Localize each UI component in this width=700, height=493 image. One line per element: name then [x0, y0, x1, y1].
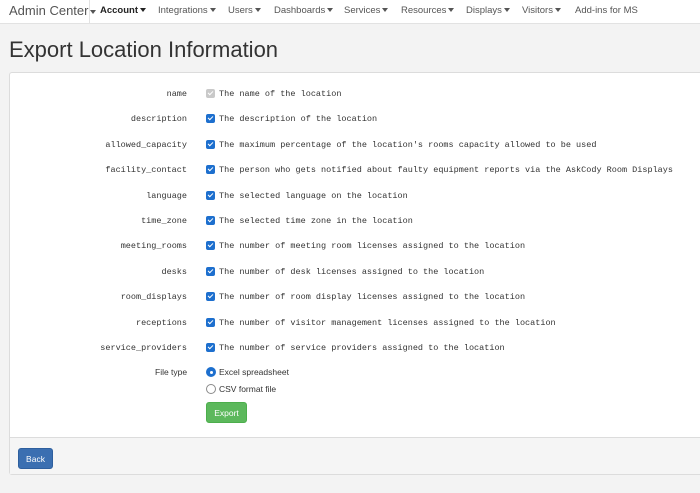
nav-resources[interactable]: Resources [401, 5, 455, 16]
nav-label: Dashboards [274, 5, 326, 16]
field-description: The number of visitor management license… [219, 318, 556, 328]
nav-label: Users [228, 5, 253, 16]
checkbox-time-zone[interactable] [206, 216, 215, 225]
page-title: Export Location Information [9, 37, 279, 62]
nav-label: Integrations [158, 5, 208, 16]
chevron-down-icon [554, 8, 561, 13]
nav-label: Add-ins for MS [575, 5, 638, 16]
checkbox-room-displays[interactable] [206, 292, 215, 301]
nav-label: Account [100, 5, 138, 16]
chevron-down-icon [209, 8, 216, 13]
field-label: allowed_capacity [105, 140, 187, 150]
field-description: The number of desk licenses assigned to … [219, 267, 485, 277]
nav-label: Visitors [522, 5, 553, 16]
export-button-label: Export [214, 407, 239, 418]
export-button[interactable]: Export [206, 402, 247, 423]
checkbox-language[interactable] [206, 191, 215, 200]
nav-label: Displays [466, 5, 502, 16]
radio-excel[interactable] [206, 367, 216, 377]
back-button[interactable]: Back [18, 448, 53, 469]
nav-add-ins[interactable]: Add-ins for MS [575, 5, 638, 16]
field-description: The description of the location [219, 114, 378, 124]
chevron-down-icon [90, 9, 97, 14]
checkbox-description[interactable] [206, 114, 215, 123]
nav-label: Resources [401, 5, 447, 16]
field-label: language [146, 191, 187, 201]
nav-services[interactable]: Services [344, 5, 389, 16]
nav-account[interactable]: Account [100, 5, 146, 16]
field-description: The maximum percentage of the location's… [219, 140, 597, 150]
nav-label: Services [344, 5, 381, 16]
checkbox-desks[interactable] [206, 267, 215, 276]
chevron-down-icon [140, 8, 146, 13]
chevron-down-icon [327, 8, 334, 13]
field-description: The number of room display licenses assi… [219, 292, 526, 302]
top-navbar: Admin Center Account Integrations Users … [0, 0, 700, 24]
chevron-down-icon [254, 8, 261, 13]
nav-users[interactable]: Users [228, 5, 261, 16]
checkbox-facility-contact[interactable] [206, 165, 215, 174]
checkbox-allowed-capacity[interactable] [206, 140, 215, 149]
radio-label-excel[interactable]: Excel spreadsheet [219, 367, 289, 377]
navbar-divider [89, 0, 90, 24]
field-label: service_providers [100, 343, 187, 353]
nav-dashboards[interactable]: Dashboards [274, 5, 334, 16]
brand-menu[interactable]: Admin Center [9, 3, 97, 18]
field-label: receptions [135, 318, 187, 328]
chevron-down-icon [503, 8, 510, 13]
checkbox-receptions[interactable] [206, 318, 215, 327]
radio-label-csv[interactable]: CSV format file [219, 384, 276, 394]
nav-displays[interactable]: Displays [466, 5, 510, 16]
radio-csv[interactable] [206, 384, 216, 394]
field-label: meeting_rooms [120, 241, 187, 251]
checkbox-meeting-rooms[interactable] [206, 241, 215, 250]
field-label: time_zone [141, 216, 187, 226]
nav-visitors[interactable]: Visitors [522, 5, 561, 16]
panel-footer [10, 437, 700, 474]
file-type-label: File type [155, 367, 188, 377]
field-description: The number of meeting room licenses assi… [219, 241, 526, 251]
field-label: desks [161, 267, 187, 277]
nav-integrations[interactable]: Integrations [158, 5, 216, 16]
back-button-label: Back [26, 453, 45, 464]
brand-label: Admin Center [9, 3, 89, 18]
field-description: The name of the location [219, 89, 342, 99]
checkbox-service-providers[interactable] [206, 343, 215, 352]
field-label: room_displays [120, 292, 187, 302]
chevron-down-icon [382, 8, 389, 13]
field-description: The number of service providers assigned… [219, 343, 505, 353]
field-label: facility_contact [105, 165, 187, 175]
field-description: The selected language on the location [219, 191, 408, 201]
checkbox-name [206, 89, 215, 98]
chevron-down-icon [448, 8, 455, 13]
field-description: The person who gets notified about fault… [219, 165, 673, 175]
field-label: name [166, 89, 187, 99]
field-label: description [130, 114, 187, 124]
field-description: The selected time zone in the location [219, 216, 413, 226]
